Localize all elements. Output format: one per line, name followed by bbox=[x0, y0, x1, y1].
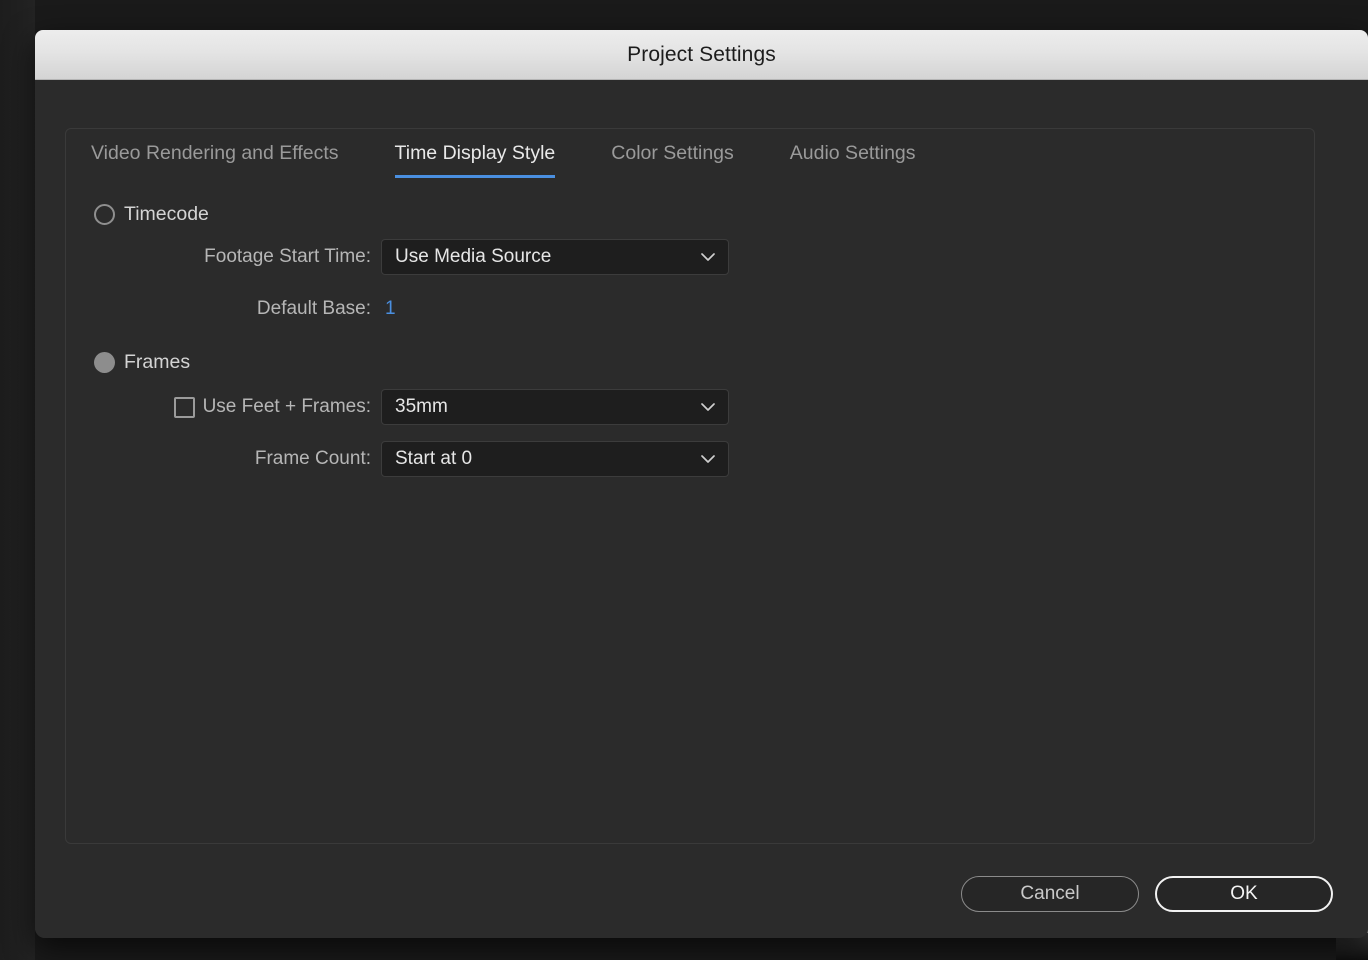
radio-row-timecode[interactable]: Timecode bbox=[66, 199, 1314, 229]
tab-color-settings[interactable]: Color Settings bbox=[611, 142, 733, 178]
dropdown-value-footage-start-time: Use Media Source bbox=[395, 246, 552, 267]
radio-timecode[interactable] bbox=[94, 203, 115, 225]
chevron-down-icon bbox=[701, 403, 715, 412]
dialog-title-bar: Project Settings bbox=[35, 30, 1368, 80]
field-row-frame-count: Frame Count: Start at 0 bbox=[66, 437, 1314, 481]
radio-row-frames[interactable]: Frames bbox=[66, 347, 1314, 377]
field-row-use-feet-frames: Use Feet + Frames: 35mm bbox=[66, 385, 1314, 429]
field-row-default-base: Default Base: 1 bbox=[66, 287, 1314, 331]
chevron-down-icon bbox=[701, 253, 715, 262]
tab-video-rendering-and-effects[interactable]: Video Rendering and Effects bbox=[91, 142, 339, 178]
settings-panel: Video Rendering and Effects Time Display… bbox=[65, 128, 1315, 844]
radio-frames[interactable] bbox=[94, 351, 115, 373]
page-title: Project Settings bbox=[627, 42, 776, 66]
dropdown-footage-start-time[interactable]: Use Media Source bbox=[381, 239, 729, 275]
checkbox-wrap-use-feet-frames: Use Feet + Frames: bbox=[66, 396, 381, 418]
label-use-feet-frames: Use Feet + Frames: bbox=[202, 396, 371, 417]
tab-bar: Video Rendering and Effects Time Display… bbox=[91, 142, 972, 178]
radio-label-timecode: Timecode bbox=[124, 202, 209, 225]
dropdown-feet-frames-format[interactable]: 35mm bbox=[381, 389, 729, 425]
radio-label-frames: Frames bbox=[124, 350, 191, 373]
dropdown-value-frame-count: Start at 0 bbox=[395, 448, 473, 469]
chevron-down-icon bbox=[701, 455, 715, 464]
dialog-footer: Cancel OK bbox=[961, 876, 1333, 912]
label-footage-start-time: Footage Start Time: bbox=[204, 246, 371, 267]
ok-button[interactable]: OK bbox=[1155, 876, 1333, 912]
tab-time-display-style[interactable]: Time Display Style bbox=[394, 142, 556, 178]
backdrop-left-strip bbox=[0, 0, 35, 960]
label-frame-count: Frame Count: bbox=[254, 448, 371, 469]
checkbox-use-feet-frames[interactable] bbox=[173, 396, 195, 418]
dialog-body: Video Rendering and Effects Time Display… bbox=[35, 80, 1368, 938]
tab-audio-settings[interactable]: Audio Settings bbox=[790, 142, 916, 178]
value-default-base[interactable]: 1 bbox=[381, 298, 396, 320]
project-settings-dialog: Project Settings Video Rendering and Eff… bbox=[35, 30, 1368, 938]
cancel-button[interactable]: Cancel bbox=[961, 876, 1139, 912]
time-display-style-form: Timecode Footage Start Time: Use Media S… bbox=[66, 199, 1314, 489]
dropdown-frame-count[interactable]: Start at 0 bbox=[381, 441, 729, 477]
dropdown-value-feet-frames-format: 35mm bbox=[395, 396, 448, 417]
field-row-footage-start-time: Footage Start Time: Use Media Source bbox=[66, 235, 1314, 279]
label-default-base: Default Base: bbox=[256, 298, 371, 319]
